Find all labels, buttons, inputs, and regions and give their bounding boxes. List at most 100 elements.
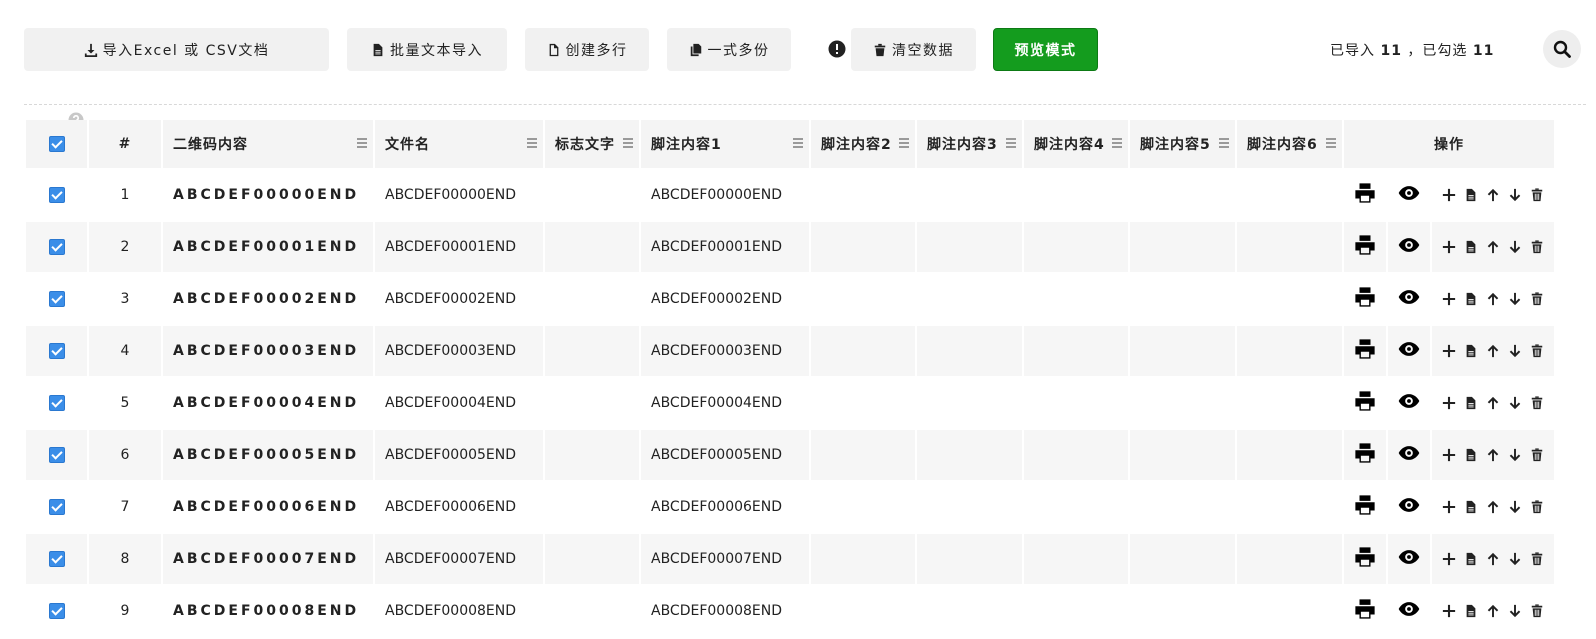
file-icon[interactable] — [1460, 552, 1482, 566]
cell-foot1[interactable]: ABCDEF00007END — [641, 534, 809, 584]
file-icon[interactable] — [1460, 500, 1482, 514]
plus-icon[interactable] — [1438, 292, 1460, 306]
column-menu-icon[interactable] — [623, 138, 633, 150]
arrow-up-icon[interactable] — [1482, 240, 1504, 254]
arrow-down-icon[interactable] — [1504, 448, 1526, 462]
batch-text-import-button[interactable]: 批量文本导入 — [347, 28, 507, 71]
col-header-foot4[interactable]: 脚注内容4 — [1024, 120, 1128, 168]
eye-icon[interactable] — [1398, 182, 1420, 204]
trash-icon[interactable] — [1526, 448, 1548, 462]
cell-filename[interactable]: ABCDEF00001END — [375, 222, 543, 272]
cell-filename[interactable]: ABCDEF00005END — [375, 430, 543, 480]
file-icon[interactable] — [1460, 188, 1482, 202]
cell-filename[interactable]: ABCDEF00007END — [375, 534, 543, 584]
cell-foot1[interactable]: ABCDEF00001END — [641, 222, 809, 272]
arrow-up-icon[interactable] — [1482, 604, 1504, 618]
arrow-down-icon[interactable] — [1504, 500, 1526, 514]
file-icon[interactable] — [1460, 344, 1482, 358]
cell-flag[interactable] — [545, 534, 639, 584]
arrow-up-icon[interactable] — [1482, 396, 1504, 410]
plus-icon[interactable] — [1438, 344, 1460, 358]
cell-filename[interactable]: ABCDEF00006END — [375, 482, 543, 532]
plus-icon[interactable] — [1438, 604, 1460, 618]
cell-foot5[interactable] — [1130, 326, 1235, 376]
cell-filename[interactable]: ABCDEF00000END — [375, 170, 543, 220]
cell-foot5[interactable] — [1130, 170, 1235, 220]
print-icon[interactable] — [1354, 234, 1376, 256]
eye-icon[interactable] — [1398, 390, 1420, 412]
print-icon[interactable] — [1354, 182, 1376, 204]
plus-icon[interactable] — [1438, 240, 1460, 254]
print-icon[interactable] — [1354, 338, 1376, 360]
cell-foot6[interactable] — [1237, 326, 1342, 376]
arrow-up-icon[interactable] — [1482, 500, 1504, 514]
col-header-foot5[interactable]: 脚注内容5 — [1130, 120, 1235, 168]
cell-foot6[interactable] — [1237, 430, 1342, 480]
cell-foot2[interactable] — [811, 378, 915, 428]
row-checkbox-cell[interactable] — [26, 482, 87, 532]
print-icon[interactable] — [1354, 442, 1376, 464]
arrow-down-icon[interactable] — [1504, 552, 1526, 566]
cell-foot1[interactable]: ABCDEF00005END — [641, 430, 809, 480]
cell-foot6[interactable] — [1237, 222, 1342, 272]
arrow-down-icon[interactable] — [1504, 240, 1526, 254]
search-button[interactable] — [1543, 30, 1581, 68]
row-checkbox[interactable] — [48, 343, 65, 359]
col-header-filename[interactable]: 文件名 — [375, 120, 543, 168]
file-icon[interactable] — [1460, 448, 1482, 462]
cell-foot1[interactable]: ABCDEF00008END — [641, 586, 809, 636]
plus-icon[interactable] — [1438, 396, 1460, 410]
row-checkbox-cell[interactable] — [26, 586, 87, 636]
cell-foot2[interactable] — [811, 534, 915, 584]
row-checkbox-cell[interactable] — [26, 274, 87, 324]
arrow-up-icon[interactable] — [1482, 344, 1504, 358]
plus-icon[interactable] — [1438, 448, 1460, 462]
cell-foot2[interactable] — [811, 170, 915, 220]
column-menu-icon[interactable] — [899, 138, 909, 150]
col-header-foot6[interactable]: 脚注内容6 — [1237, 120, 1342, 168]
eye-icon[interactable] — [1398, 546, 1420, 568]
column-menu-icon[interactable] — [527, 138, 537, 150]
arrow-up-icon[interactable] — [1482, 292, 1504, 306]
cell-foot3[interactable] — [917, 326, 1022, 376]
cell-foot2[interactable] — [811, 482, 915, 532]
cell-foot2[interactable] — [811, 326, 915, 376]
cell-foot3[interactable] — [917, 586, 1022, 636]
column-menu-icon[interactable] — [1219, 138, 1229, 150]
cell-foot3[interactable] — [917, 378, 1022, 428]
cell-qr[interactable]: ABCDEF00001END — [163, 222, 373, 272]
row-checkbox[interactable] — [48, 499, 65, 515]
cell-filename[interactable]: ABCDEF00008END — [375, 586, 543, 636]
print-icon[interactable] — [1354, 390, 1376, 412]
cell-qr[interactable]: ABCDEF00004END — [163, 378, 373, 428]
row-checkbox[interactable] — [48, 551, 65, 567]
cell-flag[interactable] — [545, 586, 639, 636]
print-icon[interactable] — [1354, 598, 1376, 620]
trash-icon[interactable] — [1526, 344, 1548, 358]
eye-icon[interactable] — [1398, 598, 1420, 620]
exclamation-circle-icon[interactable] — [828, 40, 846, 58]
cell-foot5[interactable] — [1130, 586, 1235, 636]
arrow-down-icon[interactable] — [1504, 188, 1526, 202]
cell-foot4[interactable] — [1024, 482, 1128, 532]
cell-foot3[interactable] — [917, 482, 1022, 532]
trash-icon[interactable] — [1526, 552, 1548, 566]
print-icon[interactable] — [1354, 286, 1376, 308]
cell-flag[interactable] — [545, 326, 639, 376]
import-excel-button[interactable]: 导入Excel 或 CSV文档 — [24, 28, 329, 71]
cell-qr[interactable]: ABCDEF00005END — [163, 430, 373, 480]
trash-icon[interactable] — [1526, 188, 1548, 202]
row-checkbox-cell[interactable] — [26, 378, 87, 428]
eye-icon[interactable] — [1398, 494, 1420, 516]
cell-foot4[interactable] — [1024, 430, 1128, 480]
cell-qr[interactable]: ABCDEF00008END — [163, 586, 373, 636]
cell-foot3[interactable] — [917, 430, 1022, 480]
file-icon[interactable] — [1460, 604, 1482, 618]
arrow-down-icon[interactable] — [1504, 604, 1526, 618]
cell-foot3[interactable] — [917, 534, 1022, 584]
col-header-foot3[interactable]: 脚注内容3 — [917, 120, 1022, 168]
cell-qr[interactable]: ABCDEF00007END — [163, 534, 373, 584]
preview-mode-button[interactable]: 预览模式 — [993, 28, 1098, 71]
select-all-checkbox[interactable] — [48, 136, 65, 152]
create-rows-button[interactable]: 创建多行 — [525, 28, 649, 71]
